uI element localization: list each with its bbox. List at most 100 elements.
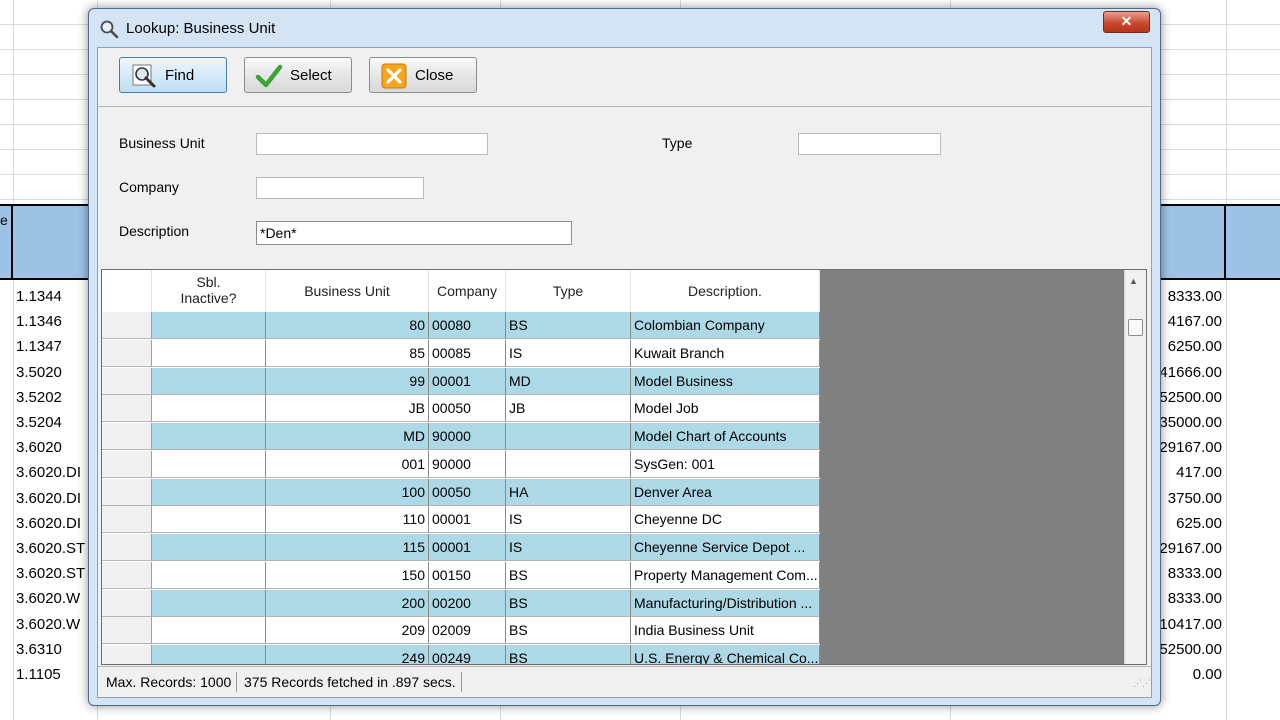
type-input[interactable] bbox=[798, 133, 941, 155]
cell-sbl-inactive[interactable] bbox=[152, 589, 266, 617]
cell-company[interactable]: 90000 bbox=[429, 450, 506, 478]
cell-description[interactable]: Model Job bbox=[631, 395, 820, 423]
cell-sbl-inactive[interactable] bbox=[152, 312, 266, 339]
find-button[interactable]: Find bbox=[119, 57, 227, 93]
scroll-up-arrow-icon[interactable]: ▲ bbox=[1129, 276, 1138, 286]
description-input[interactable] bbox=[256, 221, 572, 245]
table-row[interactable]: 209 02009 BS India Business Unit bbox=[102, 617, 820, 645]
row-selector[interactable] bbox=[102, 312, 152, 339]
table-row[interactable]: 150 00150 BS Property Management Com... bbox=[102, 561, 820, 590]
close-button[interactable]: Close bbox=[369, 57, 477, 93]
company-input[interactable] bbox=[256, 177, 424, 199]
row-selector[interactable] bbox=[102, 589, 152, 617]
cell-sbl-inactive[interactable] bbox=[152, 561, 266, 589]
cell-description[interactable]: Cheyenne Service Depot ... bbox=[631, 534, 820, 561]
cell-description[interactable]: SysGen: 001 bbox=[631, 450, 820, 478]
cell-company[interactable]: 90000 bbox=[429, 423, 506, 450]
window-close-button[interactable]: ✕ bbox=[1103, 11, 1150, 33]
cell-business-unit[interactable]: 80 bbox=[266, 312, 429, 339]
row-selector[interactable] bbox=[102, 395, 152, 423]
cell-sbl-inactive[interactable] bbox=[152, 423, 266, 450]
resize-grip-icon[interactable]: ⋰⋰ bbox=[1133, 679, 1151, 693]
cell-type[interactable]: BS bbox=[506, 312, 631, 339]
cell-sbl-inactive[interactable] bbox=[152, 645, 266, 664]
table-row[interactable]: JB 00050 JB Model Job bbox=[102, 395, 820, 423]
cell-type[interactable]: BS bbox=[506, 617, 631, 645]
title-bar[interactable]: Lookup: Business Unit ✕ bbox=[89, 9, 1160, 47]
column-header-description[interactable]: Description. bbox=[631, 270, 820, 312]
row-selector[interactable] bbox=[102, 645, 152, 664]
cell-type[interactable] bbox=[506, 450, 631, 478]
select-button[interactable]: Select bbox=[244, 57, 352, 93]
row-selector[interactable] bbox=[102, 367, 152, 395]
cell-business-unit[interactable]: 115 bbox=[266, 534, 429, 561]
table-row[interactable]: 001 90000 SysGen: 001 bbox=[102, 450, 820, 479]
cell-company[interactable]: 00080 bbox=[429, 312, 506, 339]
cell-company[interactable]: 00050 bbox=[429, 395, 506, 423]
cell-sbl-inactive[interactable] bbox=[152, 534, 266, 561]
cell-company[interactable]: 00001 bbox=[429, 534, 506, 561]
cell-business-unit[interactable]: JB bbox=[266, 395, 429, 423]
cell-business-unit[interactable]: 100 bbox=[266, 478, 429, 506]
cell-type[interactable]: IS bbox=[506, 339, 631, 367]
cell-type[interactable]: MD bbox=[506, 367, 631, 395]
cell-description[interactable]: Model Chart of Accounts bbox=[631, 423, 820, 450]
row-selector[interactable] bbox=[102, 339, 152, 367]
cell-sbl-inactive[interactable] bbox=[152, 478, 266, 506]
cell-company[interactable]: 00050 bbox=[429, 478, 506, 506]
cell-sbl-inactive[interactable] bbox=[152, 367, 266, 395]
cell-company[interactable]: 00150 bbox=[429, 561, 506, 589]
row-selector[interactable] bbox=[102, 423, 152, 450]
cell-business-unit[interactable]: 249 bbox=[266, 645, 429, 664]
cell-description[interactable]: Manufacturing/Distribution ... bbox=[631, 589, 820, 617]
cell-company[interactable]: 00200 bbox=[429, 589, 506, 617]
cell-sbl-inactive[interactable] bbox=[152, 339, 266, 367]
cell-description[interactable]: India Business Unit bbox=[631, 617, 820, 645]
table-row[interactable]: 100 00050 HA Denver Area bbox=[102, 478, 820, 507]
grid-vertical-scrollbar[interactable]: ▲ bbox=[1124, 270, 1146, 664]
table-row[interactable]: 85 00085 IS Kuwait Branch bbox=[102, 339, 820, 368]
row-selector[interactable] bbox=[102, 561, 152, 589]
cell-company[interactable]: 00001 bbox=[429, 506, 506, 534]
business-unit-input[interactable] bbox=[256, 133, 488, 155]
cell-type[interactable]: IS bbox=[506, 534, 631, 561]
cell-description[interactable]: Cheyenne DC bbox=[631, 506, 820, 534]
table-row[interactable]: 80 00080 BS Colombian Company bbox=[102, 312, 820, 340]
cell-type[interactable]: HA bbox=[506, 478, 631, 506]
cell-company[interactable]: 00249 bbox=[429, 645, 506, 664]
column-header-company[interactable]: Company bbox=[429, 270, 506, 312]
cell-business-unit[interactable]: 001 bbox=[266, 450, 429, 478]
cell-type[interactable]: JB bbox=[506, 395, 631, 423]
table-row[interactable]: 115 00001 IS Cheyenne Service Depot ... bbox=[102, 534, 820, 562]
cell-description[interactable]: Kuwait Branch bbox=[631, 339, 820, 367]
cell-business-unit[interactable]: 99 bbox=[266, 367, 429, 395]
cell-company[interactable]: 00085 bbox=[429, 339, 506, 367]
row-selector[interactable] bbox=[102, 450, 152, 478]
table-row[interactable]: 110 00001 IS Cheyenne DC bbox=[102, 506, 820, 534]
cell-business-unit[interactable]: 150 bbox=[266, 561, 429, 589]
cell-type[interactable] bbox=[506, 423, 631, 450]
cell-type[interactable]: BS bbox=[506, 589, 631, 617]
row-selector[interactable] bbox=[102, 617, 152, 645]
cell-type[interactable]: IS bbox=[506, 506, 631, 534]
table-row[interactable]: MD 90000 Model Chart of Accounts bbox=[102, 423, 820, 451]
scroll-thumb[interactable] bbox=[1128, 319, 1143, 336]
cell-business-unit[interactable]: 209 bbox=[266, 617, 429, 645]
cell-description[interactable]: Colombian Company bbox=[631, 312, 820, 339]
column-header-sbl-inactive[interactable]: Sbl. Inactive? bbox=[152, 270, 266, 312]
cell-sbl-inactive[interactable] bbox=[152, 617, 266, 645]
cell-sbl-inactive[interactable] bbox=[152, 506, 266, 534]
column-header-business-unit[interactable]: Business Unit bbox=[266, 270, 429, 312]
table-row[interactable]: 200 00200 BS Manufacturing/Distribution ... bbox=[102, 589, 820, 618]
cell-business-unit[interactable]: 200 bbox=[266, 589, 429, 617]
cell-description[interactable]: Denver Area bbox=[631, 478, 820, 506]
cell-business-unit[interactable]: 85 bbox=[266, 339, 429, 367]
cell-description[interactable]: U.S. Energy & Chemical Co... bbox=[631, 645, 820, 664]
table-row[interactable]: 249 00249 BS U.S. Energy & Chemical Co... bbox=[102, 645, 820, 664]
cell-business-unit[interactable]: 110 bbox=[266, 506, 429, 534]
cell-sbl-inactive[interactable] bbox=[152, 450, 266, 478]
cell-type[interactable]: BS bbox=[506, 561, 631, 589]
cell-company[interactable]: 02009 bbox=[429, 617, 506, 645]
row-selector[interactable] bbox=[102, 478, 152, 506]
cell-company[interactable]: 00001 bbox=[429, 367, 506, 395]
